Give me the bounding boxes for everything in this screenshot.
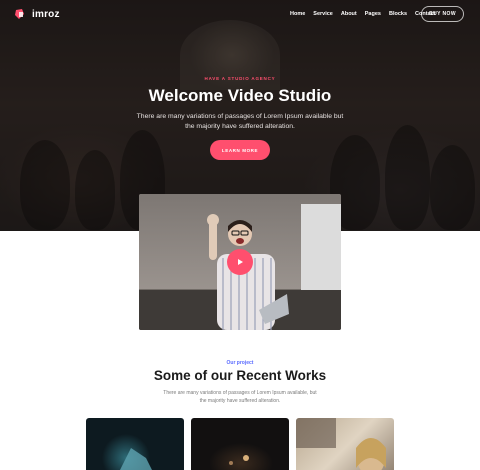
learn-more-button[interactable]: LEARN MORE (210, 140, 270, 160)
nav-item-blocks[interactable]: Blocks (389, 11, 407, 17)
logo-text: imroz (32, 8, 60, 20)
work-thumbnail-3[interactable] (296, 418, 394, 470)
work-thumbnail-2[interactable] (191, 418, 289, 470)
works-eyebrow: Our project (226, 360, 254, 366)
buy-now-button[interactable]: BUY NOW (421, 6, 464, 22)
hero-title: Welcome Video Studio (148, 86, 332, 105)
logo-icon (14, 8, 26, 20)
nav-item-service[interactable]: Service (313, 11, 333, 17)
hero-subtitle: There are many variations of passages of… (136, 113, 344, 130)
works-subtitle: There are many variations of passages of… (163, 390, 317, 404)
play-icon (236, 253, 244, 271)
hero-eyebrow: HAVE A STUDIO AGENCY (204, 76, 276, 81)
work-thumbnail-1[interactable] (86, 418, 184, 470)
video-play-button[interactable] (227, 249, 253, 275)
nav-item-home[interactable]: Home (290, 11, 305, 17)
works-title: Some of our Recent Works (153, 368, 327, 383)
nav-item-pages[interactable]: Pages (365, 11, 381, 17)
nav-item-about[interactable]: About (341, 11, 357, 17)
logo[interactable]: imroz (14, 8, 60, 20)
